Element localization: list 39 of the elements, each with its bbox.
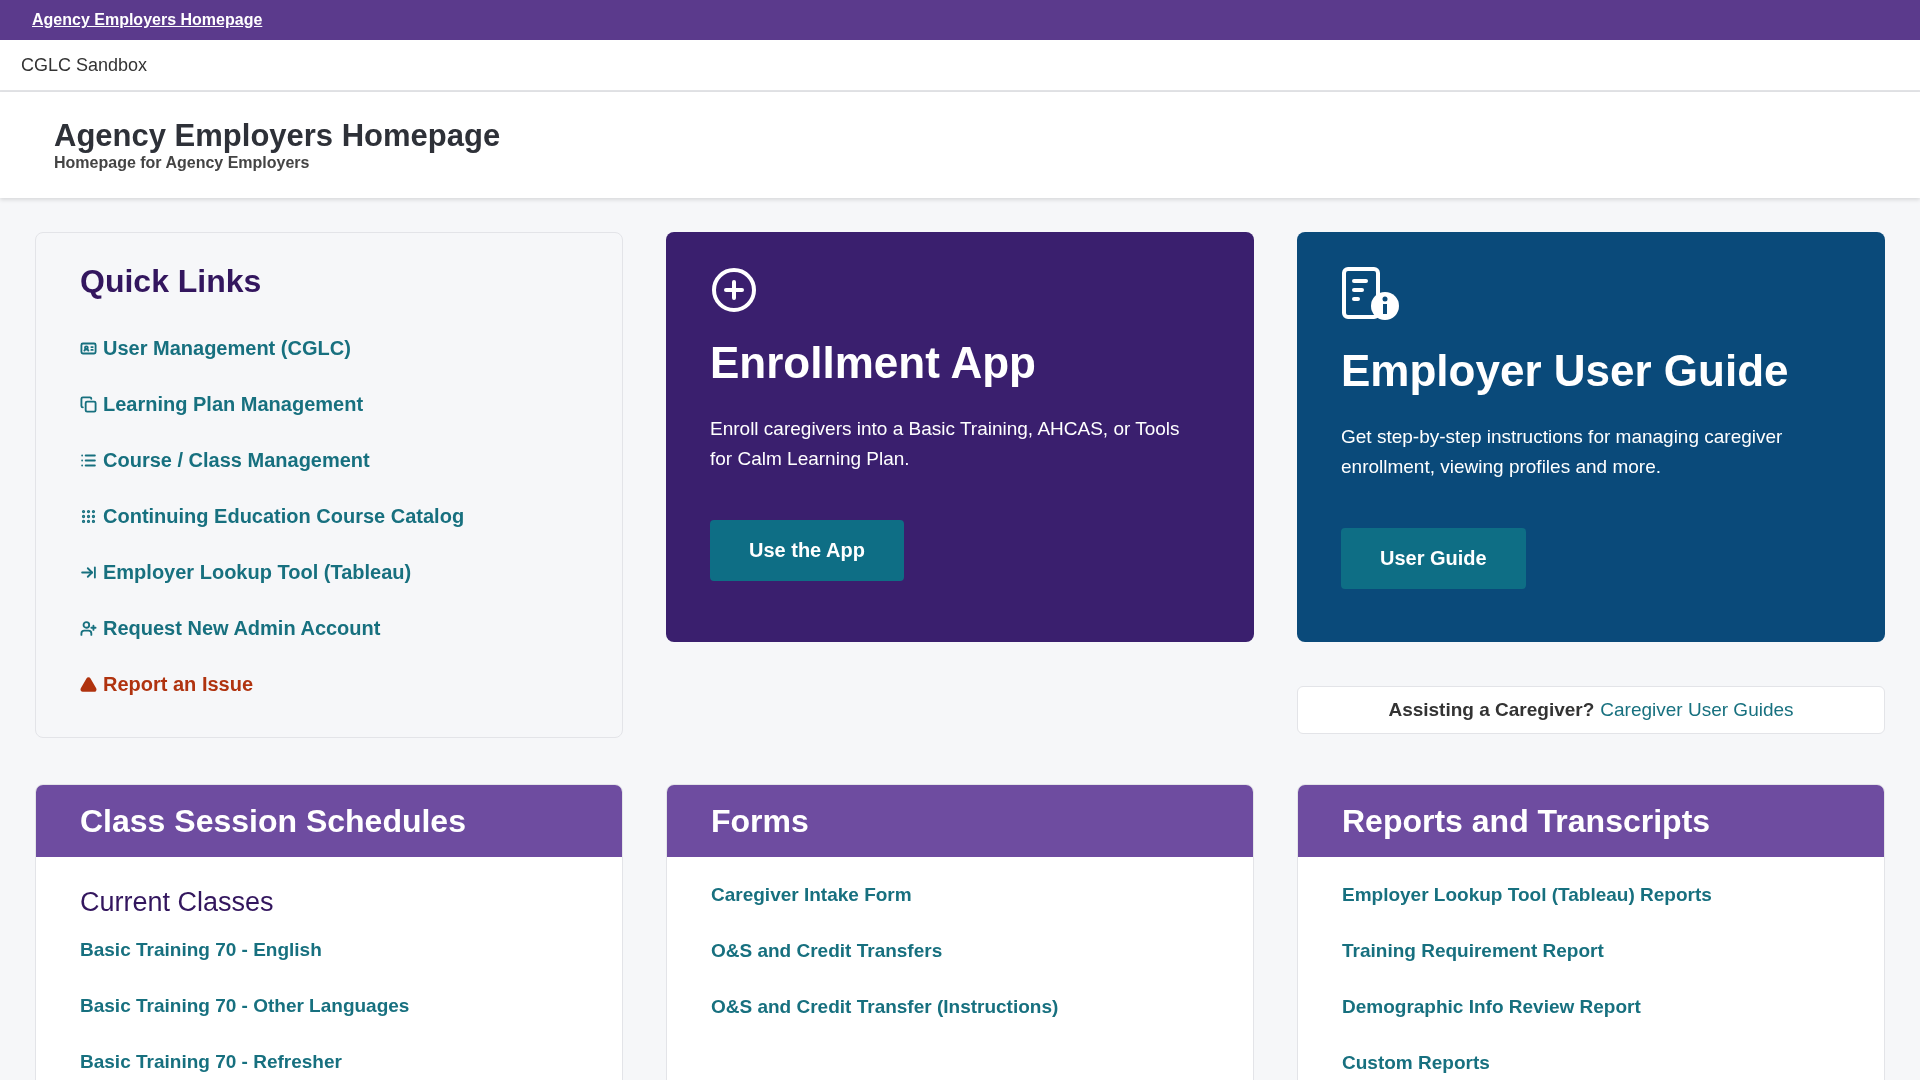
section-link[interactable]: Basic Training 70 - Refresher bbox=[80, 1034, 342, 1080]
quick-link[interactable]: Learning Plan Management bbox=[80, 376, 364, 432]
feature-button[interactable]: User Guide bbox=[1341, 528, 1526, 589]
section-title: Forms bbox=[711, 802, 809, 840]
quick-link[interactable]: Course / Class Management bbox=[80, 432, 370, 488]
quick-links-title: Quick Links bbox=[80, 263, 263, 300]
assist-prompt: Assisting a Caregiver? bbox=[1388, 699, 1595, 721]
section-link[interactable]: Employer Lookup Tool (Tableau) Reports bbox=[1342, 867, 1712, 923]
plus-circle-icon bbox=[710, 266, 758, 314]
grid-icon bbox=[80, 507, 97, 525]
section-link[interactable]: Training Requirement Report bbox=[1342, 923, 1604, 979]
feature-description: Get step-by-step instructions for managing caregiver enrollment, viewing profiles and more. bbox=[1341, 425, 1784, 479]
page-title: Agency Employers Homepage bbox=[54, 118, 502, 154]
section-subtitle: Current Classes bbox=[80, 887, 275, 918]
feature-title: Enrollment App bbox=[710, 338, 1037, 388]
section-link[interactable]: Demographic Info Review Report bbox=[1342, 979, 1641, 1035]
quick-link[interactable]: User Management (CGLC) bbox=[80, 320, 351, 376]
section-title: Reports and Transcripts bbox=[1342, 802, 1711, 840]
quick-link[interactable]: Employer Lookup Tool (Tableau) bbox=[80, 544, 412, 600]
caregiver-guides-link[interactable]: Caregiver User Guides bbox=[1600, 699, 1794, 721]
section-link[interactable]: Basic Training 70 - Other Languages bbox=[80, 978, 410, 1034]
quick-link[interactable]: Continuing Education Course Catalog bbox=[80, 488, 465, 544]
quick-link[interactable]: Report an Issue bbox=[80, 656, 254, 712]
section-link[interactable]: Custom Reports bbox=[1342, 1035, 1490, 1080]
section-title: Class Session Schedules bbox=[80, 802, 466, 840]
quick-link[interactable]: Request New Admin Account bbox=[80, 600, 381, 656]
home-link[interactable]: Agency Employers Homepage bbox=[32, 11, 263, 29]
section-link[interactable]: Basic Training 70 - English bbox=[80, 922, 322, 978]
section-link[interactable]: Caregiver Intake Form bbox=[711, 867, 912, 923]
page-subtitle: Homepage for Agency Employers bbox=[54, 153, 311, 172]
feature-description: Enroll caregivers into a Basic Training, AHCAS, or Tools for Calm Learning Plan. bbox=[710, 417, 1181, 471]
section-link[interactable]: O&S and Credit Transfers bbox=[711, 923, 943, 979]
feature-title: Employer User Guide bbox=[1341, 346, 1790, 396]
feature-button[interactable]: Use the App bbox=[710, 520, 904, 581]
section-link[interactable]: O&S and Credit Transfer (Instructions) bbox=[711, 979, 1059, 1035]
warning-icon bbox=[80, 675, 97, 693]
site-name: CGLC Sandbox bbox=[21, 54, 148, 76]
user-plus-icon bbox=[80, 619, 97, 637]
copy-icon bbox=[80, 395, 97, 413]
